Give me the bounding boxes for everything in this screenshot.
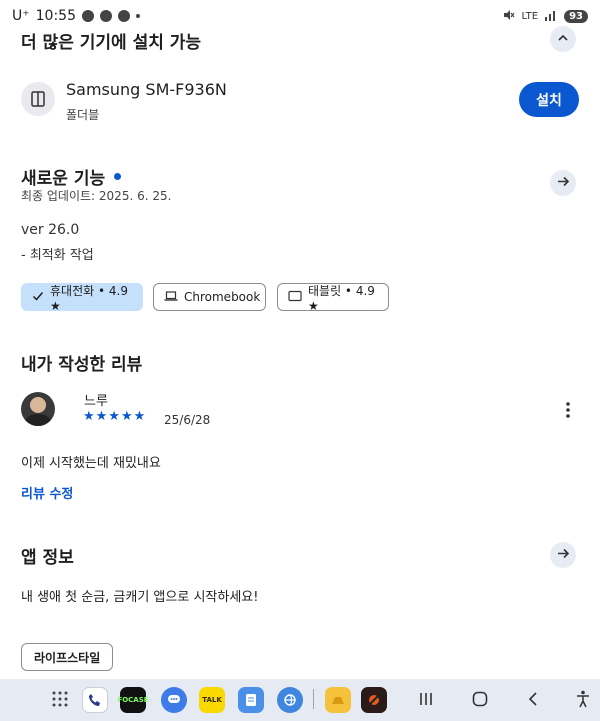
chip-tablet-label: 태블릿 • 4.9 ★	[308, 283, 375, 313]
back-icon	[526, 692, 540, 711]
review-stars: ★★★★★	[83, 409, 147, 424]
more-vert-icon	[566, 402, 570, 422]
internet-app-icon[interactable]	[277, 687, 303, 713]
focase-app-icon[interactable]: FOCASE	[117, 687, 149, 713]
whats-new-arrow-button[interactable]	[550, 170, 576, 196]
chip-phone[interactable]: 휴대전화 • 4.9 ★	[21, 283, 143, 313]
release-notes: - 최적화 작업	[21, 248, 94, 263]
back-button[interactable]	[526, 691, 540, 711]
chrome-notification-icon-2	[118, 10, 130, 22]
status-bar-left: U⁺ 10:55	[12, 8, 140, 24]
my-review-title: 내가 작성한 리뷰	[21, 355, 143, 375]
chip-phone-label: 휴대전화 • 4.9 ★	[50, 283, 128, 313]
dock-divider	[313, 689, 314, 709]
network-type-label: LTE	[521, 11, 539, 22]
app-info-title: 앱 정보	[21, 548, 74, 568]
app-info-arrow-button[interactable]	[550, 542, 576, 568]
whats-new-title: 새로운 기능	[21, 169, 106, 189]
recents-icon	[418, 692, 434, 711]
app-drawer-button[interactable]	[52, 691, 68, 711]
laptop-icon	[164, 290, 178, 305]
device-name: Samsung SM-F936N	[66, 80, 227, 99]
battery-indicator: 93	[564, 10, 588, 23]
mute-icon	[503, 9, 515, 24]
messages-app-icon[interactable]	[161, 687, 187, 713]
accessibility-icon	[575, 690, 591, 712]
status-bar-right: LTE 93	[503, 9, 588, 24]
clock: 10:55	[35, 8, 76, 24]
chrome-notification-icon	[100, 10, 112, 22]
review-more-button[interactable]	[556, 400, 580, 424]
check-icon	[32, 290, 44, 305]
app-description: 내 생애 첫 순금, 금캐기 앱으로 시작하세요!	[21, 590, 259, 605]
review-text: 이제 시작했는데 재밌내요	[21, 456, 161, 471]
arrow-right-icon	[557, 174, 570, 192]
game-app-icon[interactable]	[361, 687, 387, 713]
tablet-icon	[288, 290, 302, 305]
avatar	[21, 392, 55, 426]
home-icon	[472, 691, 488, 711]
category-chip-lifestyle[interactable]: 라이프스타일	[21, 643, 114, 671]
kakaotalk-app-icon[interactable]: TALK	[199, 687, 225, 713]
gold-app-icon[interactable]	[325, 687, 351, 713]
carrier-label: U⁺	[12, 8, 30, 24]
install-button[interactable]: 설치	[519, 82, 579, 117]
collapse-button[interactable]	[550, 26, 576, 52]
edit-review-link[interactable]: 리뷰 수정	[21, 483, 73, 502]
version-text: ver 26.0	[21, 222, 80, 238]
device-type: 폴더블	[66, 108, 100, 122]
reviewer-name: 느루	[84, 394, 108, 409]
chip-tablet[interactable]: 태블릿 • 4.9 ★	[277, 283, 389, 313]
last-updated: 최종 업데이트: 2025. 6. 25.	[21, 189, 172, 203]
new-indicator-dot	[114, 173, 122, 180]
accessibility-button[interactable]	[575, 690, 591, 712]
notes-app-icon[interactable]	[238, 687, 264, 713]
home-button[interactable]	[472, 691, 488, 711]
navigation-bar: FOCASE TALK	[0, 679, 600, 721]
chevron-up-icon	[557, 30, 569, 48]
chip-chromebook-label: Chromebook	[184, 290, 261, 304]
foldable-device-icon	[21, 82, 55, 116]
more-notifications-icon	[136, 14, 140, 18]
grid-icon	[52, 691, 68, 711]
more-devices-title: 더 많은 기기에 설치 가능	[21, 33, 202, 53]
review-date: 25/6/28	[164, 413, 211, 427]
recent-apps-button[interactable]	[418, 691, 434, 711]
phone-app-icon[interactable]	[82, 687, 108, 713]
whats-new-header: 새로운 기능	[21, 164, 122, 189]
signal-icon	[544, 9, 558, 24]
chip-chromebook[interactable]: Chromebook	[153, 283, 266, 311]
arrow-right-icon	[557, 546, 570, 564]
tiktok-notification-icon	[82, 10, 94, 22]
